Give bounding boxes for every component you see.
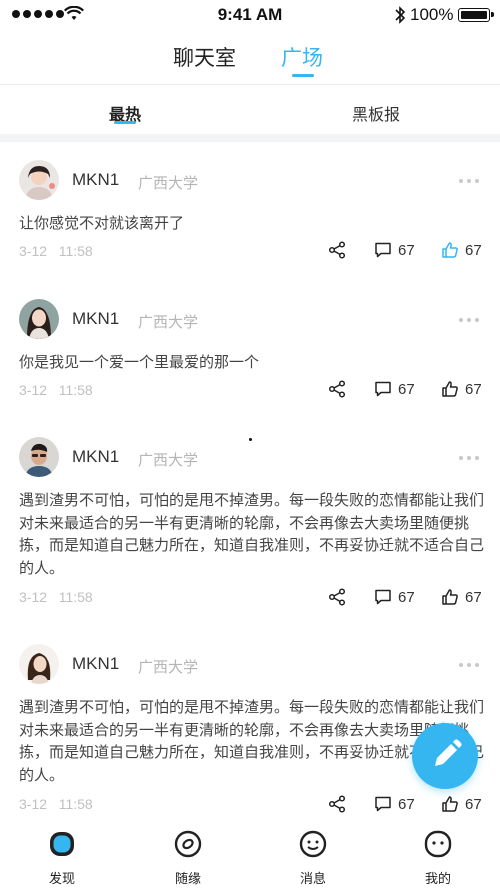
post-time: 11:58 xyxy=(58,589,93,605)
subtab-blackboard[interactable]: 黑板报 xyxy=(352,101,400,125)
share-icon xyxy=(328,241,346,259)
share-button[interactable] xyxy=(328,795,346,813)
tab-square[interactable]: 广场 xyxy=(281,42,323,72)
comment-icon xyxy=(375,381,391,397)
post-timestamp: 3-12 11:58 xyxy=(19,589,93,605)
comment-count: 67 xyxy=(398,588,415,606)
thumbs-up-icon xyxy=(442,381,458,397)
like-count: 67 xyxy=(465,588,482,606)
post-timestamp: 3-12 11:58 xyxy=(19,796,93,812)
divider xyxy=(0,84,500,85)
avatar[interactable] xyxy=(19,644,59,684)
nav-random[interactable]: 随缘 xyxy=(148,829,228,887)
pencil-icon xyxy=(435,739,462,766)
avatar[interactable] xyxy=(19,160,59,200)
comment-button[interactable]: 67 xyxy=(374,588,415,606)
thumbs-up-icon xyxy=(442,589,458,605)
comment-count: 67 xyxy=(398,380,415,398)
comment-button[interactable]: 67 xyxy=(374,380,415,398)
share-button[interactable] xyxy=(328,588,346,606)
post-timestamp: 3-12 11:58 xyxy=(19,243,93,259)
school-label: 广西大学 xyxy=(138,175,199,192)
top-tabs: 聊天室 广场 xyxy=(0,38,500,84)
comment-count: 67 xyxy=(398,241,415,259)
section-separator xyxy=(0,134,500,142)
thumbs-up-icon xyxy=(442,242,458,258)
share-icon xyxy=(328,795,346,813)
post-time: 11:58 xyxy=(58,243,93,259)
comment-icon xyxy=(375,242,391,258)
username[interactable]: MKN1 xyxy=(72,447,119,467)
school-label: 广西大学 xyxy=(138,452,199,469)
username[interactable]: MKN1 xyxy=(72,654,119,674)
avatar[interactable] xyxy=(19,437,59,477)
share-icon xyxy=(328,380,346,398)
post-time: 11:58 xyxy=(58,796,93,812)
avatar[interactable] xyxy=(19,299,59,339)
post-time: 11:58 xyxy=(58,382,93,398)
like-button[interactable]: 67 xyxy=(441,241,482,259)
random-icon xyxy=(174,830,202,858)
more-options-icon[interactable] xyxy=(459,663,479,667)
post-timestamp: 3-12 11:58 xyxy=(19,382,93,398)
more-options-icon[interactable] xyxy=(459,179,479,183)
battery-icon xyxy=(458,8,494,22)
more-options-icon[interactable] xyxy=(459,318,479,322)
nav-label: 消息 xyxy=(299,871,326,886)
status-bar: 9:41 AM 100% xyxy=(0,0,500,30)
subtab-active-indicator xyxy=(114,121,136,124)
share-button[interactable] xyxy=(328,241,346,259)
tab-active-indicator xyxy=(292,74,314,77)
nav-messages[interactable]: 消息 xyxy=(273,829,353,887)
message-icon xyxy=(299,830,327,858)
school-label: 广西大学 xyxy=(138,314,199,331)
battery-percentage: 100% xyxy=(410,5,454,24)
username[interactable]: MKN1 xyxy=(72,170,119,190)
school-label: 广西大学 xyxy=(138,659,199,676)
post-date: 3-12 xyxy=(19,243,48,259)
profile-icon xyxy=(424,830,452,858)
nav-label: 发现 xyxy=(48,871,75,886)
discover-icon xyxy=(50,832,74,856)
comment-count: 67 xyxy=(398,795,415,813)
thumbs-up-icon xyxy=(442,796,458,812)
more-options-icon[interactable] xyxy=(459,456,479,460)
post-text: 你是我见一个爱一个里最爱的那一个 xyxy=(19,354,260,371)
post-date: 3-12 xyxy=(19,382,48,398)
bottom-nav: 发现 随缘 消息 我的 xyxy=(0,823,500,889)
like-count: 67 xyxy=(465,241,482,259)
comment-button[interactable]: 67 xyxy=(374,795,415,813)
username[interactable]: MKN1 xyxy=(72,309,119,329)
bluetooth-icon xyxy=(395,6,406,24)
nav-label: 随缘 xyxy=(174,871,201,886)
nav-profile[interactable]: 我的 xyxy=(398,829,478,887)
like-button[interactable]: 67 xyxy=(441,588,482,606)
tab-chatroom[interactable]: 聊天室 xyxy=(173,42,236,72)
nav-discover[interactable]: 发现 xyxy=(22,829,102,887)
comment-button[interactable]: 67 xyxy=(374,241,415,259)
post-text: 让你感觉不对就该离开了 xyxy=(19,215,185,232)
stray-dot xyxy=(249,438,252,441)
post-date: 3-12 xyxy=(19,589,48,605)
like-button[interactable]: 67 xyxy=(441,795,482,813)
like-count: 67 xyxy=(465,795,482,813)
like-button[interactable]: 67 xyxy=(441,380,482,398)
nav-label: 我的 xyxy=(424,871,451,886)
compose-button[interactable] xyxy=(412,723,478,789)
comment-icon xyxy=(375,796,391,812)
share-button[interactable] xyxy=(328,380,346,398)
share-icon xyxy=(328,588,346,606)
post-date: 3-12 xyxy=(19,796,48,812)
post-text: 遇到渣男不可怕，可怕的是甩不掉渣男。每一段失败的恋情都能让我们对未来最适合的另一… xyxy=(19,492,485,577)
comment-icon xyxy=(375,589,391,605)
like-count: 67 xyxy=(465,380,482,398)
